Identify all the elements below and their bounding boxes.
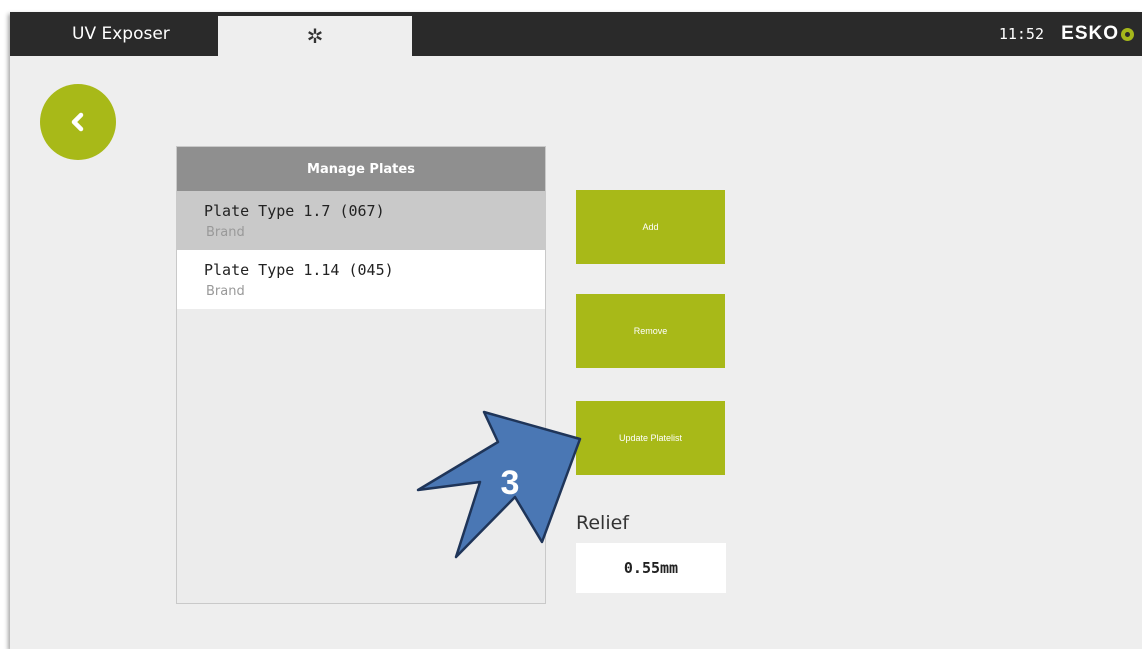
list-item[interactable]: Plate Type 1.14 (045) Brand (177, 250, 545, 309)
tab-uv-exposer[interactable]: UV Exposer (10, 12, 218, 56)
clock: 11:52 (998, 25, 1044, 43)
update-platelist-button[interactable]: Update Platelist (576, 401, 725, 475)
plate-brand: Brand (206, 284, 245, 299)
gear-icon: ✲ (306, 24, 324, 48)
remove-button[interactable]: Remove (576, 294, 725, 368)
tab-uv-exposer-label: UV Exposer (72, 24, 170, 44)
manage-plates-panel: Manage Plates Plate Type 1.7 (067) Brand… (176, 146, 546, 604)
chevron-left-icon (71, 112, 84, 132)
relief-value: 0.55mm (576, 543, 726, 593)
plate-brand: Brand (206, 225, 245, 240)
app-window: UV Exposer ✲ 11:52 ESKO Manage Plates Pl… (10, 12, 1142, 649)
logo-mark-icon (1121, 27, 1134, 41)
back-button[interactable] (40, 84, 116, 160)
plate-name: Plate Type 1.7 (067) (204, 202, 385, 220)
add-button[interactable]: Add (576, 190, 725, 264)
top-bar: UV Exposer ✲ 11:52 ESKO (10, 12, 1142, 56)
relief-label: Relief (576, 512, 629, 534)
plate-name: Plate Type 1.14 (045) (204, 261, 394, 279)
logo-text: ESKO (1061, 23, 1119, 44)
tab-settings[interactable]: ✲ (218, 16, 412, 56)
panel-title: Manage Plates (177, 147, 545, 191)
esko-logo: ESKO (1061, 12, 1134, 56)
list-item[interactable]: Plate Type 1.7 (067) Brand (177, 191, 545, 250)
